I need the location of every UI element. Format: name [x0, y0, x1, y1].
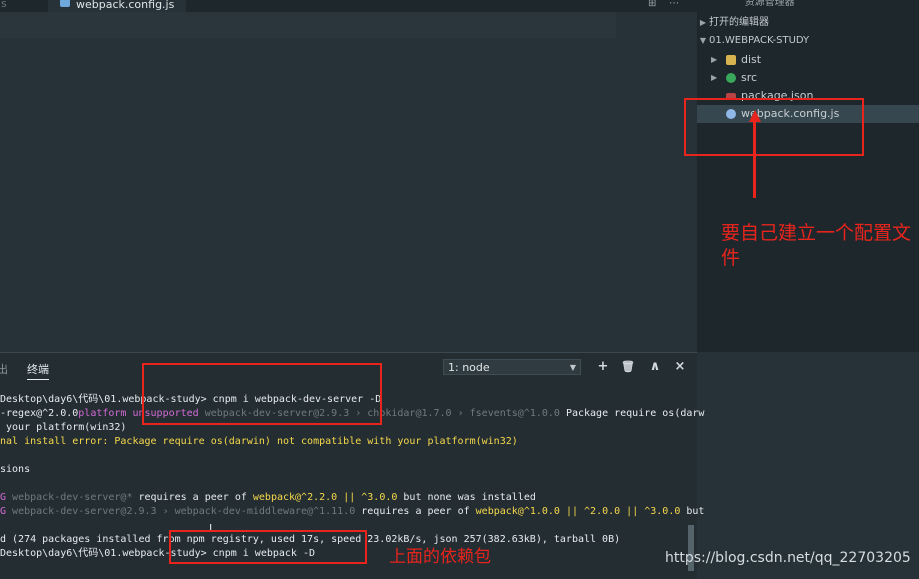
new-terminal-button[interactable]: + — [596, 359, 610, 375]
tab-label: webpack.config.js — [76, 0, 175, 11]
tab-terminal[interactable]: 终端 — [27, 361, 49, 380]
trash-icon[interactable]: 🗑 — [621, 359, 635, 375]
editor-area[interactable]: gs webpack.config.js × ⊞ ⋯ — [0, 0, 697, 352]
chevron-right-icon: ▶ — [711, 55, 718, 64]
close-tab-icon[interactable]: × — [184, 0, 186, 11]
editor-tab-previous[interactable]: gs — [0, 0, 46, 12]
open-editors-section[interactable]: ▶ 打开的编辑器 — [697, 15, 919, 31]
terminal-line: G webpack-dev-server@2.9.3 › webpack-dev… — [0, 506, 705, 517]
chevron-right-icon: ▶ — [699, 18, 707, 27]
split-editor-icon[interactable]: ⊞ — [648, 0, 656, 9]
terminal-line: your platform(win32) — [0, 422, 127, 433]
annotation-box-config — [684, 98, 864, 156]
editor-breadcrumb-strip — [0, 12, 616, 38]
annotation-deps-note: 上面的依赖包 — [389, 547, 491, 567]
folder-icon — [726, 55, 736, 65]
annotation-arrow-head — [749, 110, 761, 122]
tree-item-src[interactable]: ▶ src — [697, 69, 919, 87]
webpack-file-icon — [60, 0, 70, 7]
editor-tab-bar: gs webpack.config.js × ⊞ ⋯ — [0, 0, 697, 13]
editor-actions: ⊞ ⋯ — [648, 0, 692, 12]
terminal-select[interactable]: 1: node ▼ — [443, 359, 581, 375]
chevron-down-icon: ▼ — [569, 363, 576, 372]
annotation-arrow — [753, 118, 756, 198]
src-folder-icon — [726, 73, 736, 83]
annotation-box-cmd1 — [142, 363, 382, 425]
terminal-line: sions — [0, 464, 31, 475]
project-section[interactable]: ▼ 01.WEBPACK-STUDY — [697, 33, 919, 49]
watermark: https://blog.csdn.net/qq_22703205 — [665, 550, 911, 566]
chevron-down-icon: ▼ — [699, 36, 707, 45]
terminal-line: G webpack-dev-server@* requires a peer o… — [0, 492, 536, 503]
explorer-sidebar: 资源管理器 ▶ 打开的编辑器 ▼ 01.WEBPACK-STUDY ▶ dist ▶… — [697, 0, 919, 352]
explorer-header: 资源管理器 — [744, 0, 795, 8]
chevron-right-icon: ▶ — [711, 73, 718, 82]
annotation-box-cmd2 — [169, 530, 367, 564]
maximize-panel-button[interactable]: ∧ — [648, 359, 662, 375]
tab-label: gs — [0, 0, 7, 10]
tab-output[interactable]: 出 — [0, 361, 8, 377]
tree-item-dist[interactable]: ▶ dist — [697, 51, 919, 69]
terminal-line: nal install error: Package require os(da… — [0, 436, 518, 447]
annotation-config-note: 要自己建立一个配置文件 — [721, 222, 912, 269]
close-panel-button[interactable]: × — [673, 359, 687, 375]
more-actions-icon[interactable]: ⋯ — [669, 0, 679, 9]
